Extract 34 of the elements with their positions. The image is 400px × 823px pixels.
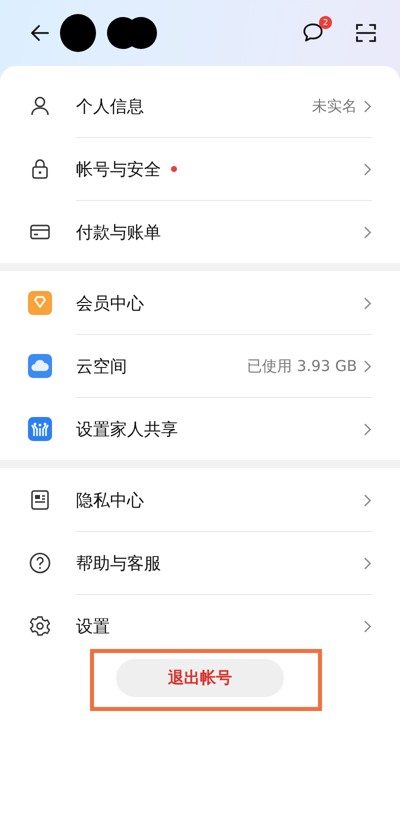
- item-label: 隐私中心: [76, 490, 144, 512]
- menu-item[interactable]: 帐号与安全: [0, 137, 400, 200]
- chevron-right-icon: [363, 98, 372, 114]
- chevron-right-icon: [363, 422, 372, 436]
- help-icon: [28, 550, 52, 574]
- item-value: 已使用 3.93 GB: [247, 356, 357, 376]
- item-label: 云空间: [76, 356, 127, 378]
- chevron-right-icon: [363, 618, 372, 634]
- item-label: 付款与账单: [76, 222, 161, 244]
- item-label: 设置: [76, 616, 110, 638]
- item-label: 设置家人共享: [76, 418, 178, 440]
- chevron-right-icon: [363, 224, 372, 240]
- logout-button[interactable]: 退出帐号: [116, 659, 284, 697]
- menu-item[interactable]: 个人信息 未实名: [0, 74, 400, 137]
- menu-item[interactable]: 帮助与客服: [0, 531, 400, 594]
- settings-icon: [28, 614, 52, 638]
- item-label: 个人信息: [76, 96, 144, 118]
- chevron-right-icon: [363, 492, 372, 508]
- item-label: 帐号与安全: [76, 158, 161, 180]
- notification-badge: 2: [319, 16, 332, 29]
- menu-item[interactable]: 云空间 已使用 3.93 GB: [0, 334, 400, 397]
- item-label: 帮助与客服: [76, 552, 161, 574]
- scan-icon[interactable]: [354, 21, 378, 45]
- chevron-right-icon: [363, 162, 372, 176]
- menu-item[interactable]: 设置: [0, 594, 400, 657]
- menu-item[interactable]: 隐私中心: [0, 468, 400, 531]
- chevron-right-icon: [363, 296, 372, 310]
- item-value: 未实名: [312, 96, 357, 116]
- chevron-right-icon: [363, 556, 372, 570]
- family-icon: [28, 416, 52, 440]
- item-label: 会员中心: [76, 292, 144, 314]
- menu-item[interactable]: 会员中心: [0, 271, 400, 334]
- cloud-icon: [28, 354, 52, 378]
- chevron-right-icon: [363, 358, 372, 374]
